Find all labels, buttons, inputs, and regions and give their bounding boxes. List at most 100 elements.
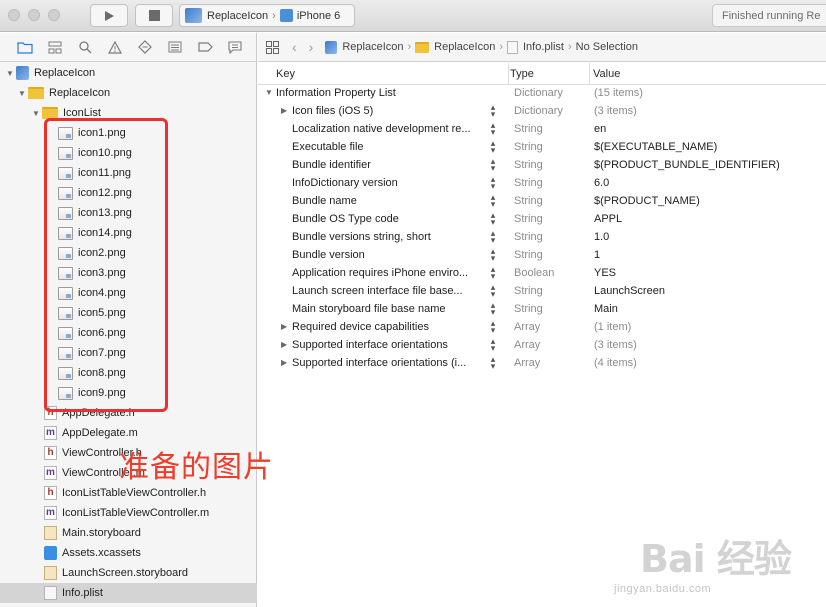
- test-diamond-icon[interactable]: [130, 37, 160, 57]
- plist-row[interactable]: Bundle name ▴ ▾ String $(PRODUCT_NAME): [258, 193, 826, 211]
- column-type[interactable]: Type: [510, 68, 534, 80]
- plist-type[interactable]: String: [514, 123, 543, 135]
- plist-value[interactable]: $(PRODUCT_NAME): [594, 195, 700, 207]
- plist-value[interactable]: (15 items): [594, 87, 643, 99]
- plist-type[interactable]: String: [514, 141, 543, 153]
- key-popup-stepper-icon[interactable]: ▴ ▾: [489, 211, 497, 227]
- run-button[interactable]: [90, 4, 128, 27]
- column-value[interactable]: Value: [593, 68, 620, 80]
- key-popup-stepper-icon[interactable]: ▴ ▾: [489, 265, 497, 281]
- plist-value[interactable]: YES: [594, 267, 616, 279]
- warning-icon[interactable]: [100, 37, 130, 57]
- plist-value[interactable]: (1 item): [594, 321, 631, 333]
- plist-key[interactable]: Information Property List: [276, 87, 396, 99]
- plist-type[interactable]: Dictionary: [514, 87, 563, 99]
- tree-item-group[interactable]: ▼ ReplaceIcon: [0, 83, 257, 103]
- plist-row[interactable]: ▼ Information Property List Dictionary (15 …: [258, 85, 826, 103]
- key-popup-stepper-icon[interactable]: ▴ ▾: [489, 337, 497, 353]
- tree-item-project[interactable]: ▼ ReplaceIcon: [0, 63, 257, 83]
- zoom-window-button[interactable]: [48, 9, 60, 21]
- key-popup-stepper-icon[interactable]: ▴ ▾: [489, 175, 497, 191]
- plist-value[interactable]: Main: [594, 303, 618, 315]
- key-popup-stepper-icon[interactable]: ▴ ▾: [489, 121, 497, 137]
- disclosure-triangle-icon[interactable]: ▶: [281, 340, 287, 349]
- breadcrumb-project[interactable]: ReplaceIcon: [342, 41, 403, 53]
- key-popup-stepper-icon[interactable]: ▴ ▾: [489, 301, 497, 317]
- plist-value[interactable]: (3 items): [594, 105, 637, 117]
- search-icon[interactable]: [70, 37, 100, 57]
- plist-key[interactable]: Supported interface orientations (i...: [292, 357, 466, 369]
- plist-row[interactable]: ▶ Required device capabilities ▴ ▾ Array (1 i…: [258, 319, 826, 337]
- plist-key[interactable]: Bundle version: [292, 249, 365, 261]
- plist-key[interactable]: Launch screen interface file base...: [292, 285, 463, 297]
- disclosure-triangle-icon[interactable]: ▼: [30, 109, 42, 118]
- plist-type[interactable]: String: [514, 159, 543, 171]
- back-arrow-icon[interactable]: ‹: [292, 39, 297, 55]
- tree-item-file[interactable]: h IconListTableViewController.h: [0, 483, 257, 503]
- minimize-window-button[interactable]: [28, 9, 40, 21]
- disclosure-triangle-icon[interactable]: ▶: [281, 106, 287, 115]
- plist-row[interactable]: Executable file ▴ ▾ String $(EXECUTABLE_NAME…: [258, 139, 826, 157]
- plist-value[interactable]: 1.0: [594, 231, 609, 243]
- plist-key[interactable]: Bundle OS Type code: [292, 213, 399, 225]
- plist-key[interactable]: Localization native development re...: [292, 123, 471, 135]
- plist-row[interactable]: Localization native development re... ▴ ▾ S…: [258, 121, 826, 139]
- plist-key[interactable]: Application requires iPhone enviro...: [292, 267, 468, 279]
- plist-value[interactable]: 6.0: [594, 177, 609, 189]
- breadcrumb-group[interactable]: ReplaceIcon: [434, 41, 495, 53]
- plist-row[interactable]: ▶ Icon files (iOS 5) ▴ ▾ Dictionary (3 items): [258, 103, 826, 121]
- plist-row[interactable]: Main storyboard file base name ▴ ▾ String Ma…: [258, 301, 826, 319]
- plist-row[interactable]: InfoDictionary version ▴ ▾ String 6.0: [258, 175, 826, 193]
- plist-row[interactable]: Bundle identifier ▴ ▾ String $(PRODUCT_BUNDL…: [258, 157, 826, 175]
- plist-value[interactable]: LaunchScreen: [594, 285, 665, 297]
- tree-item-file[interactable]: Assets.xcassets: [0, 543, 257, 563]
- forward-arrow-icon[interactable]: ›: [309, 39, 314, 55]
- close-window-button[interactable]: [8, 9, 20, 21]
- plist-key[interactable]: Bundle name: [292, 195, 357, 207]
- hierarchy-icon[interactable]: [40, 37, 70, 57]
- tree-item-file[interactable]: Info.plist: [0, 583, 257, 603]
- tree-item-file[interactable]: m AppDelegate.m: [0, 423, 257, 443]
- plist-type[interactable]: String: [514, 231, 543, 243]
- plist-key[interactable]: Supported interface orientations: [292, 339, 448, 351]
- plist-type[interactable]: Dictionary: [514, 105, 563, 117]
- plist-type[interactable]: Array: [514, 357, 540, 369]
- disclosure-triangle-icon[interactable]: ▼: [4, 69, 16, 78]
- plist-type[interactable]: String: [514, 303, 543, 315]
- plist-value[interactable]: (3 items): [594, 339, 637, 351]
- plist-type[interactable]: Boolean: [514, 267, 554, 279]
- scheme-selector[interactable]: ReplaceIcon › iPhone 6: [179, 4, 355, 27]
- tree-item-file[interactable]: LaunchScreen.storyboard: [0, 563, 257, 583]
- plist-type[interactable]: String: [514, 249, 543, 261]
- breakpoint-icon[interactable]: [190, 37, 220, 57]
- key-popup-stepper-icon[interactable]: ▴ ▾: [489, 319, 497, 335]
- disclosure-triangle-icon[interactable]: ▶: [281, 322, 287, 331]
- plist-row[interactable]: ▶ Supported interface orientations ▴ ▾ Array…: [258, 337, 826, 355]
- plist-row[interactable]: Launch screen interface file base... ▴ ▾ St…: [258, 283, 826, 301]
- plist-key[interactable]: Main storyboard file base name: [292, 303, 445, 315]
- plist-row[interactable]: Application requires iPhone enviro... ▴ ▾ B…: [258, 265, 826, 283]
- plist-row[interactable]: ▶ Supported interface orientations (i... ▴…: [258, 355, 826, 373]
- stop-button[interactable]: [135, 4, 173, 27]
- plist-key[interactable]: Required device capabilities: [292, 321, 429, 333]
- plist-key[interactable]: Icon files (iOS 5): [292, 105, 373, 117]
- key-popup-stepper-icon[interactable]: ▴ ▾: [489, 247, 497, 263]
- plist-value[interactable]: (4 items): [594, 357, 637, 369]
- plist-value[interactable]: APPL: [594, 213, 622, 225]
- plist-key[interactable]: Bundle identifier: [292, 159, 371, 171]
- plist-row[interactable]: Bundle version ▴ ▾ String 1: [258, 247, 826, 265]
- plist-value[interactable]: $(EXECUTABLE_NAME): [594, 141, 717, 153]
- plist-value[interactable]: 1: [594, 249, 600, 261]
- plist-type[interactable]: Array: [514, 339, 540, 351]
- folder-icon[interactable]: [10, 37, 40, 57]
- report-icon[interactable]: [220, 37, 250, 57]
- plist-key[interactable]: Bundle versions string, short: [292, 231, 431, 243]
- disclosure-triangle-icon[interactable]: ▼: [16, 89, 28, 98]
- key-popup-stepper-icon[interactable]: ▴ ▾: [489, 283, 497, 299]
- plist-value[interactable]: en: [594, 123, 606, 135]
- plist-type[interactable]: String: [514, 285, 543, 297]
- plist-value[interactable]: $(PRODUCT_BUNDLE_IDENTIFIER): [594, 159, 780, 171]
- key-popup-stepper-icon[interactable]: ▴ ▾: [489, 157, 497, 173]
- tree-item-file[interactable]: Main.storyboard: [0, 523, 257, 543]
- key-popup-stepper-icon[interactable]: ▴ ▾: [489, 355, 497, 371]
